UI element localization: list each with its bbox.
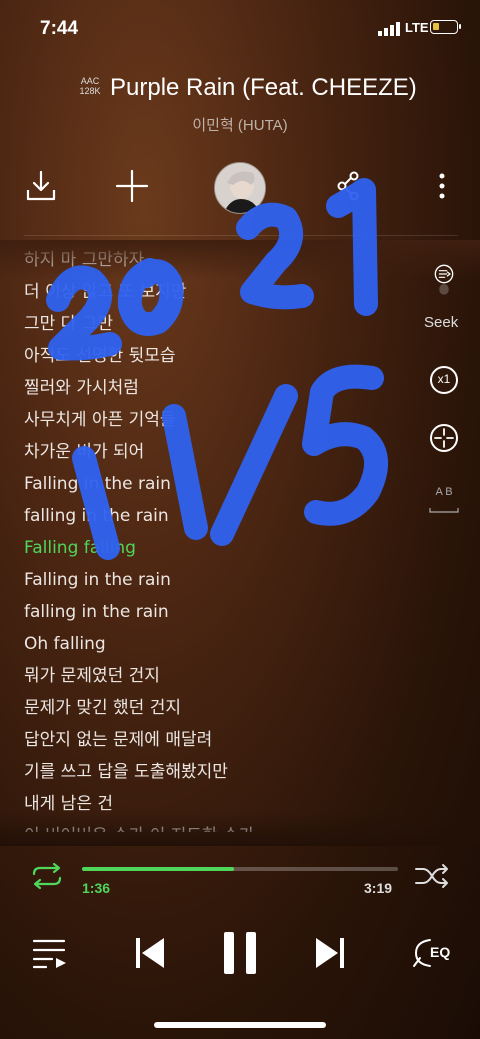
signal-icon [378, 22, 400, 36]
ab-label: A B [435, 486, 453, 498]
lyric-line[interactable]: 더 이상 않고 또 보지만 [24, 276, 404, 308]
lyric-line[interactable]: 뭐가 문제였던 건지 [24, 660, 404, 692]
eq-label: EQ [430, 944, 451, 960]
speed-button[interactable]: x1 [428, 364, 460, 396]
skip-next-icon[interactable] [314, 936, 346, 970]
seek-label: Seek [424, 314, 459, 331]
progress-fill [82, 867, 234, 871]
speed-label: x1 [437, 372, 451, 386]
plus-icon[interactable] [114, 168, 150, 204]
playlist-icon[interactable] [32, 936, 68, 970]
codec-bitrate: 128K [79, 86, 101, 96]
progress-bar[interactable] [82, 867, 398, 871]
lyric-line[interactable]: Oh falling [24, 628, 404, 660]
status-bar: 7:44 LTE [0, 0, 480, 56]
skip-previous-icon[interactable] [134, 936, 166, 970]
share-icon[interactable] [334, 168, 370, 204]
lyric-line[interactable]: 차가운 비가 되어 [24, 436, 404, 468]
lyric-line[interactable]: Falling in the rain [24, 564, 404, 596]
lyric-line[interactable]: 기를 쓰고 답을 도출해봤지만 [24, 756, 404, 788]
lyrics-fade-bottom [0, 812, 480, 846]
seek-toggle-icon[interactable] [428, 264, 460, 296]
ab-repeat-button[interactable]: A B [428, 486, 460, 513]
repeat-icon[interactable] [30, 862, 64, 890]
more-vertical-icon[interactable] [424, 168, 460, 204]
target-icon[interactable] [428, 422, 460, 454]
network-label: LTE [405, 20, 429, 35]
total-time: 3:19 [364, 880, 393, 896]
lyric-line[interactable]: 그만 다 그만 [24, 308, 404, 340]
track-artist[interactable]: 이민혁 (HUTA) [0, 114, 480, 135]
lyrics-fade-top [0, 240, 480, 280]
home-indicator[interactable] [154, 1022, 326, 1028]
lyric-line[interactable]: Falling in the rain [24, 468, 404, 500]
eq-speaker-icon [413, 939, 431, 967]
lyric-line[interactable]: falling in the rain [24, 500, 404, 532]
battery-icon [430, 20, 461, 34]
lyric-line[interactable]: 찔러와 가시처럼 [24, 372, 404, 404]
current-time: 1:36 [82, 880, 111, 896]
avatar-image [215, 163, 265, 213]
lyric-line[interactable]: falling in the rain [24, 596, 404, 628]
eq-button[interactable]: EQ [412, 936, 460, 970]
shuffle-icon[interactable] [414, 862, 450, 890]
artist-avatar[interactable] [214, 162, 266, 214]
lyric-line[interactable]: 사무치게 아픈 기억들 [24, 404, 404, 436]
lyric-line-current[interactable]: Falling falling [24, 532, 404, 564]
lyric-line[interactable]: 문제가 맞긴 했던 건지 [24, 692, 404, 724]
lyric-line[interactable]: 답안지 없는 문제에 매달려 [24, 724, 404, 756]
codec-badge: AAC 128K [74, 76, 106, 96]
lyrics-list[interactable]: 하지 마 그만하자더 이상 않고 또 보지만그만 다 그만아직도 선명한 뒷모습… [24, 244, 404, 832]
download-icon[interactable] [23, 168, 59, 204]
ab-underline-icon [429, 508, 459, 513]
codec-format: AAC [80, 76, 100, 86]
track-title: Purple Rain (Feat. CHEEZE) [110, 74, 417, 101]
status-time: 7:44 [40, 18, 79, 39]
header-divider [24, 235, 458, 236]
lyric-line[interactable]: 아직도 선명한 뒷모습 [24, 340, 404, 372]
pause-icon[interactable] [222, 930, 258, 976]
